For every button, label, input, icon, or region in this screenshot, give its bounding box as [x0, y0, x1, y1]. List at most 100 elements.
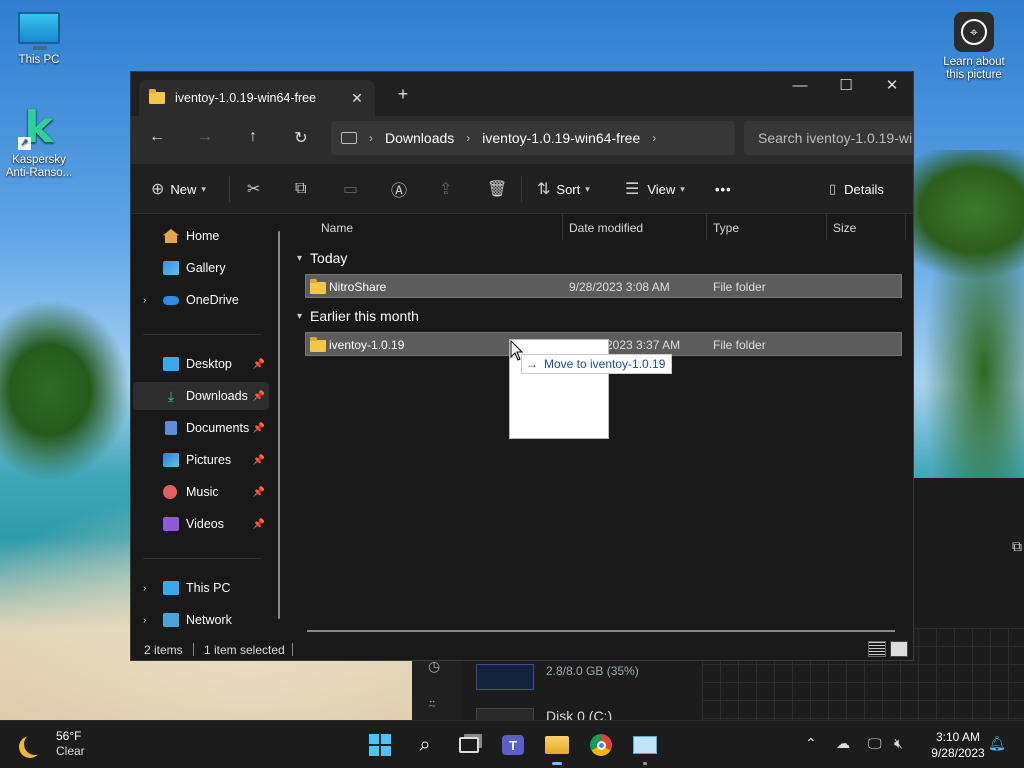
group-label: Earlier this month	[310, 308, 419, 324]
sidebar-item-this-pc[interactable]: › This PC	[133, 574, 269, 602]
sidebar-item-downloads[interactable]: ⤓ Downloads 📌	[133, 382, 269, 410]
network-icon	[163, 613, 179, 627]
minimize-button[interactable]: —	[777, 72, 823, 102]
column-type[interactable]: Type	[713, 221, 739, 235]
desktop-icon-this-pc[interactable]: This PC	[1, 12, 77, 67]
column-divider[interactable]	[905, 214, 906, 240]
task-manager-taskbar-button[interactable]	[632, 732, 658, 765]
close-tab-icon[interactable]: ✕	[349, 90, 365, 107]
forward-button[interactable]: →	[193, 128, 217, 146]
breadcrumb-downloads[interactable]: Downloads	[385, 130, 454, 146]
chevron-right-icon[interactable]: ›	[369, 131, 373, 145]
share-button[interactable]: ⇪	[439, 178, 452, 200]
paste-button[interactable]: ▭	[343, 178, 358, 200]
sidebar-item-documents[interactable]: Documents 📌	[133, 414, 269, 442]
chevron-right-icon[interactable]: ›	[143, 295, 146, 306]
desktop-icon-label: Learn about this picture	[943, 56, 1005, 81]
chevron-right-icon[interactable]: ›	[143, 583, 146, 594]
weather-temperature: 56°F	[56, 729, 82, 743]
horizontal-scrollbar[interactable]	[307, 630, 895, 632]
navigation-pane[interactable]: Home Gallery › OneDrive Desktop 📌 ⤓ Down…	[131, 214, 289, 647]
sidebar-item-network[interactable]: › Network	[133, 606, 269, 634]
up-button[interactable]: ↑	[241, 128, 265, 146]
clock[interactable]: 3:10 AM 9/28/2023	[918, 729, 998, 761]
table-row[interactable]: NitroShare 9/28/2023 3:08 AM File folder	[305, 274, 902, 298]
sort-button[interactable]: ⇅ Sort ▾	[537, 178, 590, 200]
column-divider[interactable]	[706, 214, 707, 240]
performance-icon: ⍨	[428, 696, 437, 712]
sidebar-item-gallery[interactable]: Gallery	[133, 254, 269, 282]
new-tab-button[interactable]: +	[393, 84, 413, 105]
weather-widget[interactable]: 56°F Clear	[18, 729, 85, 759]
gallery-icon	[163, 261, 179, 275]
network-tray-button[interactable]: 🖵	[868, 735, 882, 752]
task-manager-icon	[633, 736, 657, 754]
group-header-earlier-this-month[interactable]: ▾ Earlier this month	[297, 308, 419, 324]
chevron-right-icon[interactable]: ›	[143, 615, 146, 626]
sort-label: Sort	[556, 181, 581, 197]
breadcrumb-iventoy[interactable]: iventoy-1.0.19-win64-free	[482, 130, 640, 146]
task-view-button[interactable]	[456, 732, 482, 758]
teams-button[interactable]: T	[500, 732, 526, 758]
sidebar-scrollbar[interactable]	[278, 231, 280, 619]
column-name[interactable]: Name	[321, 221, 353, 235]
notifications-button[interactable]: 🔔︎	[988, 735, 1006, 752]
view-button[interactable]: ☰ View ▾	[625, 178, 685, 200]
details-pane-button[interactable]: ▯ Details	[829, 178, 884, 200]
breadcrumb[interactable]: › Downloads › iventoy-1.0.19-win64-free …	[331, 121, 735, 155]
pin-icon: 📌	[252, 486, 265, 498]
videos-icon	[163, 517, 179, 531]
chevron-down-icon: ▾	[297, 252, 303, 264]
more-options-button[interactable]: •••	[715, 178, 732, 200]
command-bar: ⊕ New ▾ ✂ ⧉ ▭ Ⓐ ⇪ 🗑 ⇅ Sort ▾ ☰ View ▾ ••…	[131, 164, 913, 214]
back-button[interactable]: ←	[145, 128, 169, 146]
chrome-icon	[590, 734, 612, 756]
sort-icon: ⇅	[537, 181, 551, 198]
volume-tray-button[interactable]: 🔇︎	[894, 735, 903, 752]
chevron-right-icon[interactable]: ›	[466, 131, 470, 145]
bell-icon: 🔔︎	[988, 735, 1006, 751]
delete-button[interactable]: 🗑	[487, 178, 507, 200]
tab-iventoy[interactable]: iventoy-1.0.19-win64-free ✕	[139, 80, 375, 116]
maximize-button[interactable]: ☐	[823, 72, 869, 102]
start-button[interactable]	[367, 732, 393, 758]
monitor-icon	[18, 12, 60, 50]
onedrive-tray-button[interactable]: ☁	[836, 735, 850, 752]
refresh-button[interactable]: ↻	[289, 128, 313, 148]
search-input[interactable]: Search iventoy-1.0.19-win64-free	[744, 121, 913, 155]
chrome-button[interactable]	[588, 732, 614, 758]
chevron-right-icon[interactable]: ›	[652, 131, 656, 145]
folder-icon	[310, 337, 326, 352]
tiles-view-button[interactable]	[890, 641, 908, 657]
cut-button[interactable]: ✂	[247, 178, 260, 200]
sidebar-item-music[interactable]: Music 📌	[133, 478, 269, 506]
details-view-button[interactable]	[868, 641, 886, 657]
desktop-icon-kaspersky[interactable]: k ↗ Kaspersky Anti-Ranso...	[1, 106, 77, 180]
wallpaper-palm-left	[0, 300, 130, 500]
column-size[interactable]: Size	[833, 221, 856, 235]
address-bar: ← → ↑ ↻ › Downloads › iventoy-1.0.19-win…	[131, 116, 913, 164]
search-button[interactable]: ⌕	[412, 732, 438, 758]
close-window-button[interactable]: ✕	[869, 72, 913, 102]
desktop-icon-learn-about-picture[interactable]: ⌖ Learn about this picture	[936, 12, 1012, 82]
sidebar-item-home[interactable]: Home	[133, 222, 269, 250]
selection-count: 1 item selected	[204, 643, 285, 657]
sidebar-item-label: This PC	[186, 581, 231, 595]
title-bar[interactable]: iventoy-1.0.19-win64-free ✕ + — ☐ ✕	[131, 72, 913, 116]
sidebar-item-onedrive[interactable]: › OneDrive	[133, 286, 269, 314]
column-divider[interactable]	[562, 214, 563, 240]
file-type: File folder	[713, 338, 766, 352]
column-divider[interactable]	[826, 214, 827, 240]
cloud-icon: ☁	[836, 735, 850, 751]
group-header-today[interactable]: ▾ Today	[297, 250, 347, 266]
sidebar-item-videos[interactable]: Videos 📌	[133, 510, 269, 538]
new-button[interactable]: ⊕ New ▾	[151, 178, 206, 200]
rename-button[interactable]: Ⓐ	[391, 178, 407, 200]
show-hidden-icons-button[interactable]: ⌃	[805, 735, 817, 752]
file-explorer-taskbar-button[interactable]	[544, 732, 570, 765]
new-label: New	[170, 181, 197, 197]
column-date-modified[interactable]: Date modified	[569, 221, 643, 235]
sidebar-item-pictures[interactable]: Pictures 📌	[133, 446, 269, 474]
sidebar-item-desktop[interactable]: Desktop 📌	[133, 350, 269, 378]
copy-button[interactable]: ⧉	[295, 178, 306, 200]
